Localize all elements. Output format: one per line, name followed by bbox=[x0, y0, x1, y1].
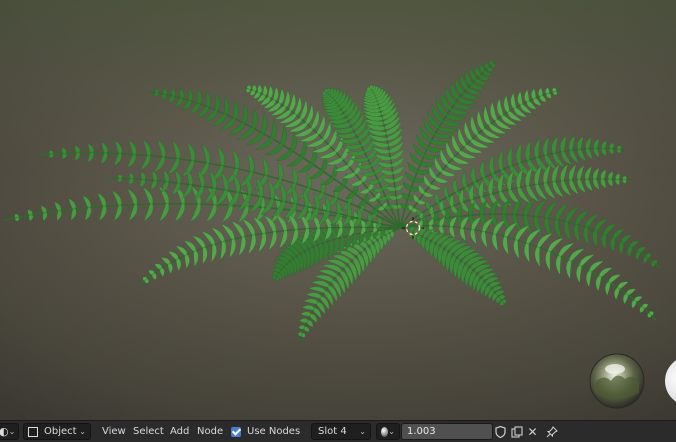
copy-icon bbox=[510, 425, 523, 438]
chevron-down-icon: ⌄ bbox=[359, 427, 366, 436]
material-preview-viewport[interactable] bbox=[0, 0, 676, 420]
studio-preview-sphere[interactable] bbox=[664, 355, 676, 407]
use-nodes-label: Use Nodes bbox=[247, 426, 301, 437]
fake-user-button[interactable] bbox=[492, 423, 509, 440]
duplicate-material-button[interactable] bbox=[508, 423, 525, 440]
fern-render bbox=[0, 0, 676, 420]
shield-icon bbox=[495, 425, 506, 438]
material-value-text: 1.003 bbox=[407, 426, 436, 437]
chevron-down-icon: ⌄ bbox=[8, 427, 16, 436]
unlink-material-button[interactable]: ✕ bbox=[524, 423, 541, 440]
use-nodes-checkbox[interactable] bbox=[231, 426, 241, 437]
editor-type-dropdown[interactable]: ◐ ⌄ bbox=[0, 423, 19, 440]
slot-dropdown-label: Slot 4 bbox=[318, 426, 347, 437]
node-editor-icon: ◐ bbox=[0, 425, 9, 438]
hdri-preview-sphere[interactable] bbox=[589, 353, 645, 409]
menu-add[interactable]: Add bbox=[170, 421, 189, 442]
material-value-field[interactable]: 1.003 bbox=[401, 423, 493, 440]
material-sphere-icon bbox=[381, 426, 389, 437]
mode-dropdown-label: Object bbox=[44, 426, 77, 437]
pin-icon bbox=[546, 425, 558, 437]
menu-select[interactable]: Select bbox=[133, 421, 164, 442]
menu-node[interactable]: Node bbox=[197, 421, 223, 442]
mode-dropdown[interactable]: Object ⌄ bbox=[23, 423, 91, 440]
pin-button[interactable] bbox=[543, 423, 560, 440]
chevron-down-icon: ⌄ bbox=[388, 427, 395, 436]
use-nodes-toggle[interactable]: Use Nodes bbox=[231, 421, 300, 442]
close-icon: ✕ bbox=[527, 424, 538, 439]
chevron-down-icon: ⌄ bbox=[79, 427, 86, 436]
menu-view[interactable]: View bbox=[102, 421, 126, 442]
node-editor-header: ◐ ⌄ Object ⌄ View Select Add Node Use No… bbox=[0, 420, 676, 442]
material-browse-dropdown[interactable]: ⌄ bbox=[376, 423, 400, 440]
object-mode-icon bbox=[28, 426, 38, 437]
slot-dropdown[interactable]: Slot 4 ⌄ bbox=[311, 423, 371, 440]
